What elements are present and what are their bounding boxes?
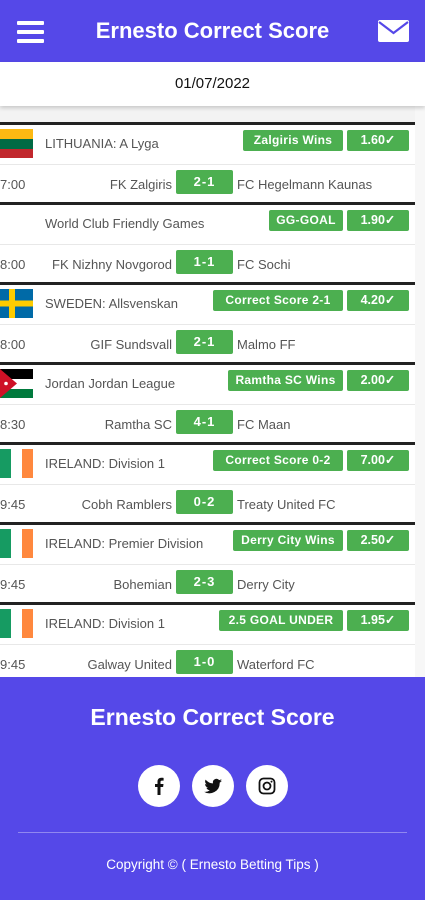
away-team: FC Hegelmann Kaunas [237,177,373,192]
mail-icon[interactable] [378,20,409,42]
home-team: GIF Sundsvall [90,337,172,352]
home-team: Ramtha SC [104,417,172,432]
match-card[interactable]: IRELAND: Premier Division Derry City Win… [0,522,415,602]
match-card[interactable]: IRELAND: Division 1 2.5 GOAL UNDER 1.95✓… [0,602,415,678]
match-header-row: SWEDEN: Allsvenskan Correct Score 2-1 4.… [0,285,415,323]
league-name: IRELAND: Division 1 [45,456,165,471]
match-fixture-row: 9:45 Cobh Ramblers 0-2 Treaty United FC [0,484,415,522]
scrollbar[interactable] [415,106,425,678]
away-team: Treaty United FC [237,497,336,512]
score-badge[interactable]: 1-1 [176,250,233,274]
away-team: Waterford FC [237,657,315,672]
kickoff-time: 8:00 [0,337,26,352]
match-card[interactable]: Jordan Jordan League Ramtha SC Wins 2.00… [0,362,415,442]
match-card[interactable]: LITHUANIA: A Lyga Zalgiris Wins 1.60✓ 7:… [0,122,415,202]
league-name: IRELAND: Premier Division [45,536,204,551]
sweden-flag [0,289,33,318]
facebook-icon [155,777,164,795]
kickoff-time: 9:45 [0,577,26,592]
date-bar: 01/07/2022 [0,62,425,106]
tip-badge[interactable]: 2.5 GOAL UNDER [219,610,343,631]
copyright-text: Copyright © ( Ernesto Betting Tips ) [106,857,319,872]
instagram-button[interactable] [246,765,288,807]
match-header-row: IRELAND: Division 1 Correct Score 0-2 7.… [0,445,415,483]
ireland-flag [0,449,33,478]
match-header-row: World Club Friendly Games GG-GOAL 1.90✓ [0,205,415,243]
odds-badge[interactable]: 7.00✓ [347,450,409,471]
ireland-flag [0,529,33,558]
match-list[interactable]: LITHUANIA: A Lyga Zalgiris Wins 1.60✓ 7:… [0,122,415,678]
home-team: FK Nizhny Novgorod [52,257,172,272]
match-fixture-row: 8:00 FK Nizhny Novgorod 1-1 FC Sochi [0,244,415,282]
score-badge[interactable]: 2-3 [176,570,233,594]
odds-badge[interactable]: 2.00✓ [347,370,409,391]
match-header-row: IRELAND: Premier Division Derry City Win… [0,525,415,563]
score-badge[interactable]: 4-1 [176,410,233,434]
score-badge[interactable]: 1-0 [176,650,233,674]
tip-badge[interactable]: Zalgiris Wins [243,130,343,151]
selected-date: 01/07/2022 [174,75,251,92]
odds-badge[interactable]: 1.60✓ [347,130,409,151]
hamburger-menu-icon[interactable] [17,21,44,43]
match-header-row: LITHUANIA: A Lyga Zalgiris Wins 1.60✓ [0,125,415,163]
kickoff-time: 8:30 [0,417,26,432]
footer-title: Ernesto Correct Score [90,704,335,730]
score-badge[interactable]: 2-1 [176,330,233,354]
instagram-icon [258,777,276,795]
kickoff-time: 8:00 [0,257,26,272]
home-team: Galway United [87,657,172,672]
league-name: Jordan Jordan League [45,376,176,391]
match-header-row: Jordan Jordan League Ramtha SC Wins 2.00… [0,365,415,403]
match-fixture-row: 8:00 GIF Sundsvall 2-1 Malmo FF [0,324,415,362]
odds-badge[interactable]: 1.90✓ [347,210,409,231]
score-badge[interactable]: 2-1 [176,170,233,194]
match-card[interactable]: SWEDEN: Allsvenskan Correct Score 2-1 4.… [0,282,415,362]
app-header: Ernesto Correct Score [0,0,425,62]
league-name: SWEDEN: Allsvenskan [45,296,178,311]
away-team: Derry City [237,577,295,592]
match-fixture-row: 9:45 Galway United 1-0 Waterford FC [0,644,415,678]
match-fixture-row: 8:30 Ramtha SC 4-1 FC Maan [0,404,415,442]
match-fixture-row: 7:00 FK Zalgiris 2-1 FC Hegelmann Kaunas [0,164,415,202]
away-team: FC Sochi [237,257,291,272]
jordan-flag [0,369,33,398]
kickoff-time: 9:45 [0,657,26,672]
facebook-button[interactable] [138,765,180,807]
twitter-button[interactable] [192,765,234,807]
score-badge[interactable]: 0-2 [176,490,233,514]
home-team: Cobh Ramblers [81,497,172,512]
away-team: Malmo FF [237,337,296,352]
away-team: FC Maan [237,417,291,432]
match-card[interactable]: IRELAND: Division 1 Correct Score 0-2 7.… [0,442,415,522]
footer-divider [18,832,407,833]
odds-badge[interactable]: 2.50✓ [347,530,409,551]
odds-badge[interactable]: 4.20✓ [347,290,409,311]
footer: Ernesto Correct Score Copyright © ( Erne… [0,677,425,900]
match-fixture-row: 9:45 Bohemian 2-3 Derry City [0,564,415,602]
kickoff-time: 9:45 [0,497,26,512]
home-team: FK Zalgiris [109,177,172,192]
league-name: LITHUANIA: A Lyga [45,136,159,151]
match-card[interactable]: World Club Friendly Games GG-GOAL 1.90✓ … [0,202,415,282]
ireland-flag [0,609,33,638]
lithuania-flag [0,129,33,158]
kickoff-time: 7:00 [0,177,26,192]
tip-badge[interactable]: Ramtha SC Wins [228,370,343,391]
app-title: Ernesto Correct Score [95,18,330,43]
tip-badge[interactable]: Derry City Wins [233,530,343,551]
home-team: Bohemian [113,577,172,592]
league-name: World Club Friendly Games [45,216,205,231]
league-name: IRELAND: Division 1 [45,616,165,631]
match-header-row: IRELAND: Division 1 2.5 GOAL UNDER 1.95✓ [0,605,415,643]
twitter-icon [204,778,222,794]
tip-badge[interactable]: GG-GOAL [269,210,343,231]
odds-badge[interactable]: 1.95✓ [347,610,409,631]
tip-badge[interactable]: Correct Score 0-2 [213,450,343,471]
tip-badge[interactable]: Correct Score 2-1 [213,290,343,311]
